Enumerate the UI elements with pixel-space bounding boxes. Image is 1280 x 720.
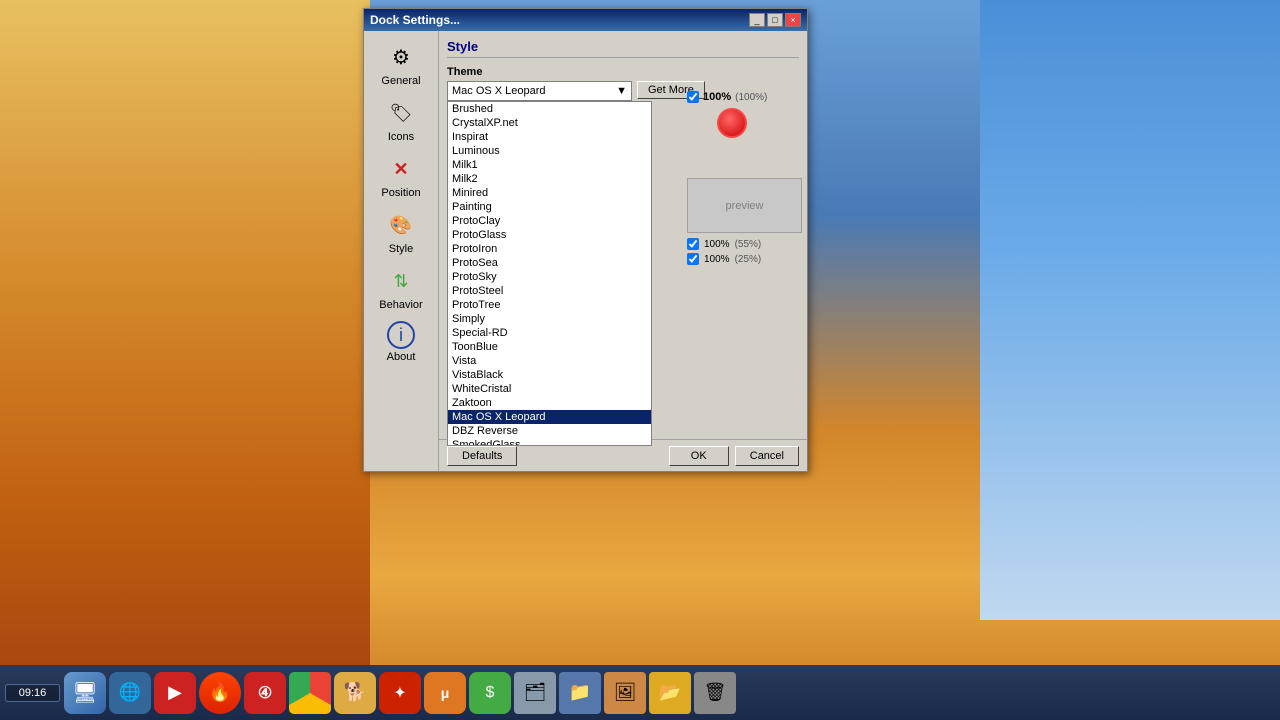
maximize-button[interactable]: □ bbox=[767, 13, 783, 27]
style-content: Style Theme Mac OS X Leopard ▼ Brushed C… bbox=[439, 31, 807, 471]
window-titlebar: Dock Settings... _ □ × bbox=[364, 9, 807, 31]
size-pct: (100%) bbox=[735, 92, 767, 103]
dropdown-item[interactable]: SmokedGlass bbox=[448, 438, 651, 446]
dropdown-item[interactable]: Zaktoon bbox=[448, 396, 651, 410]
taskbar-icon-burn[interactable]: 🔥 bbox=[199, 672, 241, 714]
dropdown-item[interactable]: VistaBlack bbox=[448, 368, 651, 382]
sidebar-item-icons[interactable]: 🏷 Icons bbox=[366, 92, 436, 148]
dropdown-item[interactable]: WhiteCristal bbox=[448, 382, 651, 396]
sidebar-item-position[interactable]: ✕ Position bbox=[366, 148, 436, 204]
dropdown-item[interactable]: ProtoSea bbox=[448, 256, 651, 270]
about-icon: i bbox=[387, 321, 415, 349]
window-controls: _ □ × bbox=[749, 13, 801, 27]
dropdown-item[interactable]: Brushed bbox=[448, 102, 651, 116]
taskbar-clock: 09:16 bbox=[5, 684, 60, 702]
dock-settings-window: Dock Settings... _ □ × ⚙ General 🏷 Icons… bbox=[363, 8, 808, 472]
theme-selected-value: Mac OS X Leopard bbox=[452, 85, 546, 97]
position-icon: ✕ bbox=[385, 153, 417, 185]
taskbar-icon-folder2[interactable]: 📂 bbox=[649, 672, 691, 714]
taskbar: 09:16 🖥 🌐 ▶ 🔥 ④ 🐕 ✦ μ $ 🗂 📁 🖼 📂 🗑 bbox=[0, 665, 1280, 720]
zoom-value-2: 100% bbox=[704, 254, 730, 265]
dropdown-item[interactable]: Milk1 bbox=[448, 158, 651, 172]
desktop-left-panel bbox=[0, 0, 370, 720]
taskbar-icon-folder1[interactable]: 📁 bbox=[559, 672, 601, 714]
dropdown-item[interactable]: Minired bbox=[448, 186, 651, 200]
style-icon: 🎨 bbox=[385, 209, 417, 241]
dropdown-item[interactable]: ToonBlue bbox=[448, 340, 651, 354]
dropdown-item[interactable]: Milk2 bbox=[448, 172, 651, 186]
sidebar-label-behavior: Behavior bbox=[379, 299, 422, 311]
dropdown-item[interactable]: Vista bbox=[448, 354, 651, 368]
dropdown-item[interactable]: ProtoSky bbox=[448, 270, 651, 284]
dropdown-item[interactable]: ProtoGlass bbox=[448, 228, 651, 242]
dropdown-item[interactable]: ProtoIron bbox=[448, 242, 651, 256]
taskbar-icon-torrent[interactable]: μ bbox=[424, 672, 466, 714]
sidebar-label-position: Position bbox=[381, 187, 420, 199]
dropdown-item[interactable]: Special-RD bbox=[448, 326, 651, 340]
desktop-right-panel bbox=[980, 0, 1280, 620]
size-area: 100% (100%) preview 100% (55%) bbox=[687, 91, 802, 265]
preview-box: preview bbox=[687, 178, 802, 233]
zoom-pct-1: (55%) bbox=[735, 239, 762, 250]
preview-label: preview bbox=[726, 200, 764, 212]
taskbar-icon-photo[interactable]: 🐕 bbox=[334, 672, 376, 714]
section-title: Style bbox=[447, 39, 799, 58]
general-icon: ⚙ bbox=[385, 41, 417, 73]
theme-dropdown[interactable]: Mac OS X Leopard ▼ bbox=[447, 81, 632, 101]
minimize-button[interactable]: _ bbox=[749, 13, 765, 27]
dropdown-arrow-icon: ▼ bbox=[616, 85, 627, 97]
dropdown-item[interactable]: CrystalXP.net bbox=[448, 116, 651, 130]
size-checkbox[interactable] bbox=[687, 91, 699, 103]
defaults-button[interactable]: Defaults bbox=[447, 446, 517, 466]
sidebar-item-general[interactable]: ⚙ General bbox=[366, 36, 436, 92]
sidebar: ⚙ General 🏷 Icons ✕ Position 🎨 Style ⇅ B… bbox=[364, 31, 439, 471]
zoom-rows: 100% (55%) 100% (25%) bbox=[687, 238, 802, 265]
dropdown-item-selected[interactable]: Mac OS X Leopard bbox=[448, 410, 651, 424]
window-title: Dock Settings... bbox=[370, 13, 460, 27]
dropdown-item[interactable]: Luminous bbox=[448, 144, 651, 158]
taskbar-icon-media[interactable]: ▶ bbox=[154, 672, 196, 714]
zoom-pct-2: (25%) bbox=[735, 254, 762, 265]
sidebar-item-behavior[interactable]: ⇅ Behavior bbox=[366, 260, 436, 316]
taskbar-icons: 🖥 🌐 ▶ 🔥 ④ 🐕 ✦ μ $ 🗂 📁 🖼 📂 🗑 bbox=[64, 672, 1275, 714]
taskbar-icon-rss[interactable]: ④ bbox=[244, 672, 286, 714]
cancel-button[interactable]: Cancel bbox=[735, 446, 799, 466]
sidebar-label-icons: Icons bbox=[388, 131, 414, 143]
dropdown-item[interactable]: ProtoTree bbox=[448, 298, 651, 312]
sidebar-item-about[interactable]: i About bbox=[366, 316, 436, 368]
window-body: ⚙ General 🏷 Icons ✕ Position 🎨 Style ⇅ B… bbox=[364, 31, 807, 471]
cursor-indicator bbox=[717, 108, 747, 138]
sidebar-label-style: Style bbox=[389, 243, 413, 255]
dropdown-item[interactable]: DBZ Reverse bbox=[448, 424, 651, 438]
dropdown-item[interactable]: ProtoSteel bbox=[448, 284, 651, 298]
sidebar-label-about: About bbox=[387, 351, 416, 363]
sidebar-item-style[interactable]: 🎨 Style bbox=[366, 204, 436, 260]
taskbar-icon-security[interactable]: ✦ bbox=[379, 672, 421, 714]
icons-icon: 🏷 bbox=[385, 97, 417, 129]
theme-label: Theme bbox=[447, 66, 799, 78]
zoom-checkbox-2[interactable] bbox=[687, 253, 699, 265]
dropdown-item[interactable]: Simply bbox=[448, 312, 651, 326]
zoom-checkbox-1[interactable] bbox=[687, 238, 699, 250]
size-value: 100% bbox=[703, 91, 731, 103]
zoom-value-1: 100% bbox=[704, 239, 730, 250]
dropdown-item[interactable]: Painting bbox=[448, 200, 651, 214]
sidebar-label-general: General bbox=[381, 75, 420, 87]
taskbar-icon-photos[interactable]: 🖼 bbox=[604, 672, 646, 714]
taskbar-icon-chrome[interactable] bbox=[289, 672, 331, 714]
taskbar-icon-trash[interactable]: 🗑 bbox=[694, 672, 736, 714]
taskbar-icon-currency[interactable]: $ bbox=[469, 672, 511, 714]
taskbar-icon-network[interactable]: 🌐 bbox=[109, 672, 151, 714]
theme-dropdown-list[interactable]: Brushed CrystalXP.net Inspirat Luminous … bbox=[447, 101, 652, 446]
dropdown-item[interactable]: Inspirat bbox=[448, 130, 651, 144]
ok-button[interactable]: OK bbox=[669, 446, 729, 466]
taskbar-icon-finder[interactable]: 🖥 bbox=[64, 672, 106, 714]
taskbar-icon-files[interactable]: 🗂 bbox=[514, 672, 556, 714]
close-button[interactable]: × bbox=[785, 13, 801, 27]
behavior-icon: ⇅ bbox=[385, 265, 417, 297]
dropdown-item[interactable]: ProtoClay bbox=[448, 214, 651, 228]
